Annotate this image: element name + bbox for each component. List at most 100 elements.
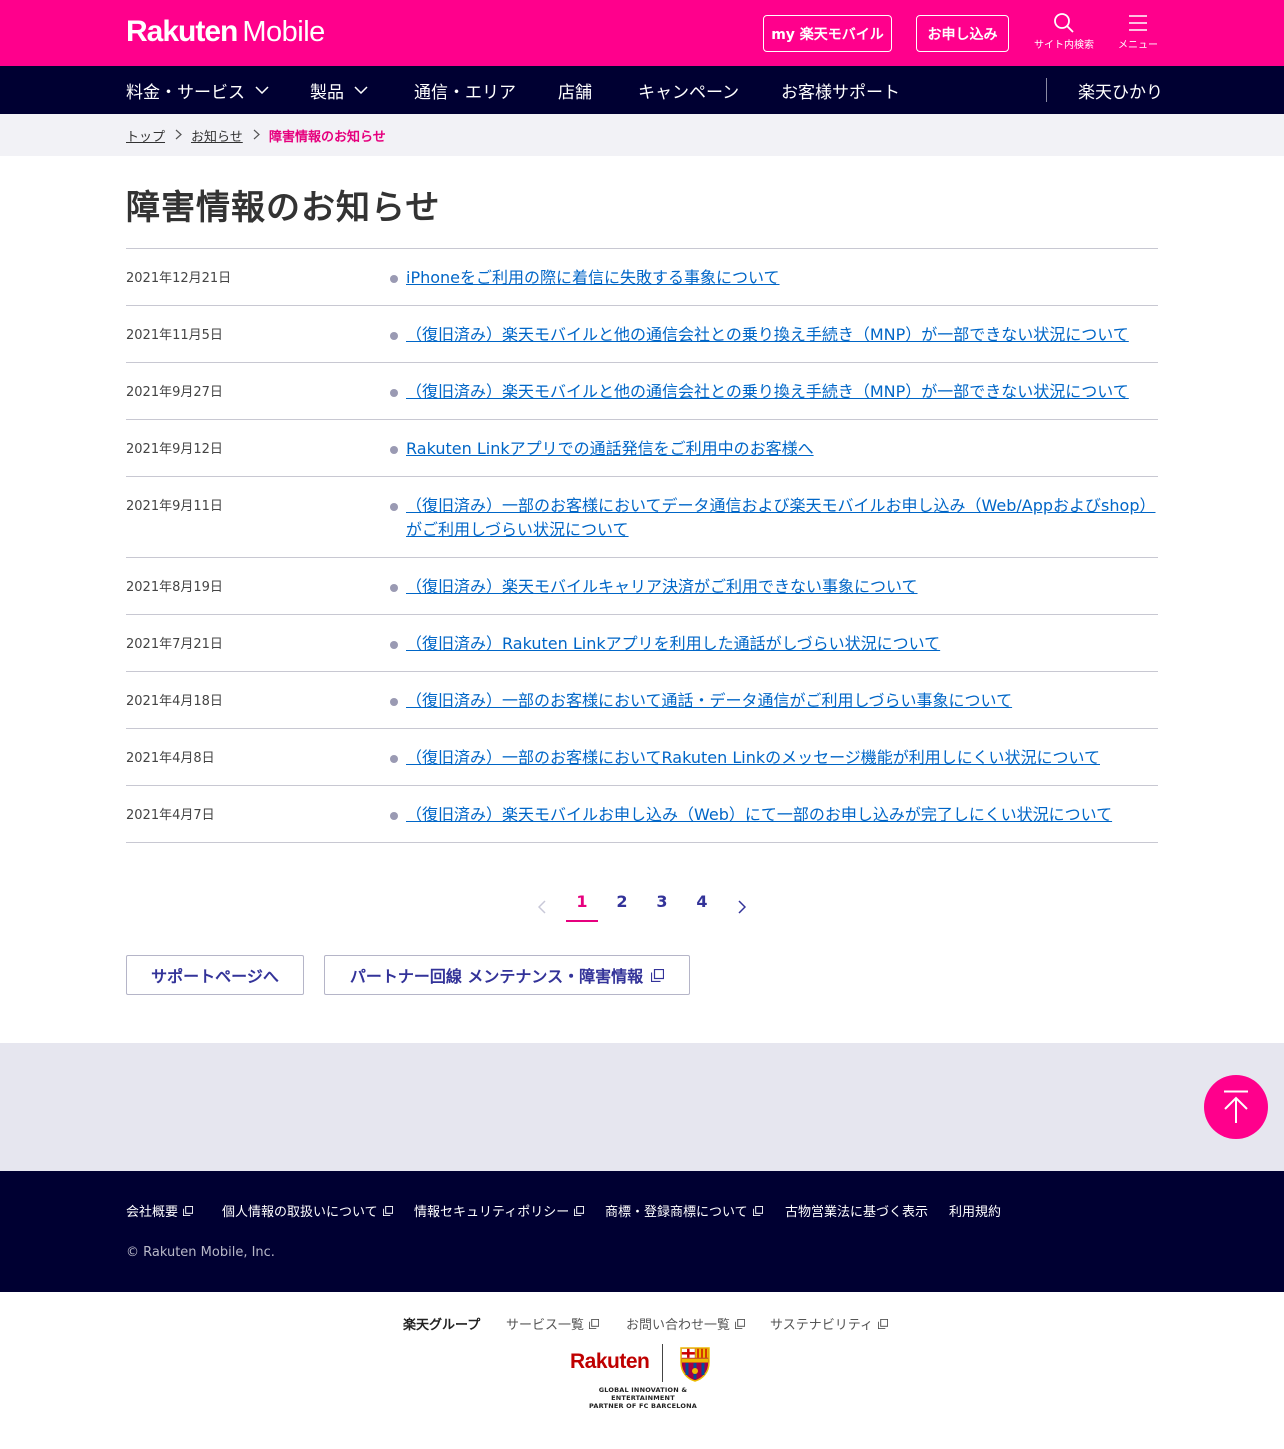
breadcrumb-news[interactable]: お知らせ	[191, 126, 243, 145]
bullet-icon	[390, 584, 398, 592]
nav-item-pricing[interactable]: 料金・サービス	[126, 66, 269, 114]
notice-date: 2021年8月19日	[126, 580, 223, 595]
footer-link-terms[interactable]: 利用規約	[949, 1201, 1001, 1220]
notice-row: 2021年12月21日 iPhoneをご利用の際に着信に失敗する事象について	[126, 249, 1158, 306]
bullet-icon	[390, 275, 398, 283]
notice-row: 2021年4月18日 （復旧済み）一部のお客様において通話・データ通信がご利用し…	[126, 672, 1158, 729]
footer-spacer-band	[0, 1043, 1284, 1171]
bullet-icon	[390, 503, 398, 511]
contact-list-link[interactable]: お問い合わせ一覧	[626, 1314, 746, 1333]
notice-date: 2021年9月12日	[126, 442, 223, 457]
group-link-label: お問い合わせ一覧	[626, 1318, 731, 1333]
my-rakuten-mobile-button[interactable]: my 楽天モバイル	[763, 15, 892, 52]
apply-button[interactable]: お申し込み	[916, 15, 1009, 52]
site-search-button[interactable]: サイト内検索	[1029, 12, 1099, 51]
notice-date: 2021年4月18日	[126, 694, 223, 709]
notice-link[interactable]: （復旧済み）Rakuten Linkアプリを利用した通話がしづらい状況について	[406, 632, 1158, 656]
notice-link[interactable]: （復旧済み）楽天モバイルキャリア決済がご利用できない事象について	[406, 575, 1158, 599]
chevron-down-icon	[354, 86, 368, 94]
page-1-link[interactable]: 1	[566, 892, 598, 922]
external-link-icon	[651, 968, 665, 982]
nav-item-label: お客様サポート	[781, 82, 900, 103]
rakuten-group-link[interactable]: 楽天グループ	[403, 1314, 480, 1333]
group-footer: 楽天グループ サービス一覧 お問い合わせ一覧 サステナビリティ Rakuten	[0, 1292, 1284, 1449]
main-nav: 料金・サービス 製品 通信・エリア 店舗 キャンペーン お客様サポート 楽天ひか…	[0, 66, 1284, 114]
site-footer: 会社概要 個人情報の取扱いについて 情報セキュリティポリシー 商標・登録商標につ…	[0, 1171, 1284, 1292]
notice-row: 2021年8月19日 （復旧済み）楽天モバイルキャリア決済がご利用できない事象に…	[126, 558, 1158, 615]
footer-link-label: 個人情報の取扱いについて	[222, 1205, 378, 1220]
notice-link[interactable]: （復旧済み）一部のお客様においてRakuten Linkのメッセージ機能が利用し…	[406, 746, 1158, 770]
partner-maintenance-button[interactable]: パートナー回線 メンテナンス・障害情報	[324, 955, 690, 995]
external-link-icon	[183, 1205, 194, 1216]
footer-link-label: 情報セキュリティポリシー	[414, 1205, 570, 1220]
menu-label: メニュー	[1118, 40, 1158, 51]
page-3-link[interactable]: 3	[646, 892, 678, 911]
notice-link[interactable]: （復旧済み）楽天モバイルと他の通信会社との乗り換え手続き（MNP）が一部できない…	[406, 323, 1158, 347]
notice-row: 2021年7月21日 （復旧済み）Rakuten Linkアプリを利用した通話が…	[126, 615, 1158, 672]
nav-item-support[interactable]: お客様サポート	[781, 66, 900, 114]
menu-button[interactable]: メニュー	[1103, 12, 1173, 51]
logo-rakuten-text: Rakuten	[126, 15, 238, 48]
notice-link[interactable]: （復旧済み）楽天モバイルと他の通信会社との乗り換え手続き（MNP）が一部できない…	[406, 380, 1158, 404]
page-title: 障害情報のお知らせ	[126, 188, 441, 228]
page-4-link[interactable]: 4	[686, 892, 718, 911]
notice-link[interactable]: （復旧済み）楽天モバイルお申し込み（Web）にて一部のお申し込みが完了しにくい状…	[406, 803, 1158, 827]
chevron-right-icon[interactable]	[738, 900, 746, 914]
notice-row: 2021年9月12日 Rakuten Linkアプリでの通話発信をご利用中のお客…	[126, 420, 1158, 477]
external-link-icon	[589, 1318, 600, 1329]
nav-item-network-area[interactable]: 通信・エリア	[414, 66, 516, 114]
notice-date: 2021年4月8日	[126, 751, 215, 766]
nav-item-label: 楽天ひかり	[1078, 82, 1163, 103]
breadcrumb-home[interactable]: トップ	[126, 126, 165, 145]
footer-link-privacy[interactable]: 個人情報の取扱いについて	[222, 1201, 393, 1220]
footer-link-security-policy[interactable]: 情報セキュリティポリシー	[414, 1201, 585, 1220]
bullet-icon	[390, 641, 398, 649]
nav-item-label: 製品	[310, 82, 344, 103]
nav-item-rakuten-hikari[interactable]: 楽天ひかり	[1078, 66, 1163, 114]
page-2-link[interactable]: 2	[606, 892, 638, 911]
chevron-right-icon	[253, 129, 260, 140]
support-page-button[interactable]: サポートページへ	[126, 955, 304, 995]
support-page-label: サポートページへ	[151, 967, 279, 986]
notice-date: 2021年9月11日	[126, 499, 223, 514]
partner-tagline-line-2: PARTNER OF FC BARCELONA	[589, 1402, 697, 1410]
pagination: 1 2 3 4	[0, 892, 1284, 926]
group-link-label: サービス一覧	[506, 1318, 585, 1333]
back-to-top-button[interactable]	[1204, 1075, 1268, 1139]
notice-link[interactable]: iPhoneをご利用の際に着信に失敗する事象について	[406, 266, 1158, 290]
fc-barcelona-partner-logo[interactable]: Rakuten GLOBAL INNOVATION & ENTERTAINMEN…	[570, 1344, 716, 1410]
copyright: © Rakuten Mobile, Inc.	[126, 1245, 275, 1260]
nav-divider	[1046, 78, 1047, 102]
nav-item-campaign[interactable]: キャンペーン	[638, 66, 739, 114]
notice-row: 2021年9月27日 （復旧済み）楽天モバイルと他の通信会社との乗り換え手続き（…	[126, 363, 1158, 420]
nav-item-shops[interactable]: 店舗	[558, 66, 592, 114]
partner-maintenance-label: パートナー回線 メンテナンス・障害情報	[349, 967, 644, 986]
rakuten-mobile-logo[interactable]: Rakuten Mobile	[126, 14, 325, 50]
bullet-icon	[390, 698, 398, 706]
notice-link[interactable]: （復旧済み）一部のお客様において通話・データ通信がご利用しづらい事象について	[406, 689, 1158, 713]
breadcrumb: トップ お知らせ 障害情報のお知らせ	[0, 114, 1284, 156]
external-link-icon	[382, 1205, 393, 1216]
nav-item-label: 通信・エリア	[414, 82, 516, 103]
bullet-icon	[390, 446, 398, 454]
notice-link[interactable]: Rakuten Linkアプリでの通話発信をご利用中のお客様へ	[406, 437, 1158, 461]
sustainability-link[interactable]: サステナビリティ	[770, 1314, 888, 1333]
external-link-icon	[735, 1318, 746, 1329]
footer-link-company[interactable]: 会社概要	[126, 1201, 194, 1220]
partner-rakuten-text: Rakuten	[570, 1350, 650, 1373]
external-link-icon	[752, 1205, 763, 1216]
chevron-right-icon	[175, 129, 182, 140]
partner-tagline-line-1: GLOBAL INNOVATION & ENTERTAINMENT	[598, 1386, 688, 1402]
footer-link-trademarks[interactable]: 商標・登録商標について	[605, 1201, 763, 1220]
service-list-link[interactable]: サービス一覧	[506, 1314, 600, 1333]
nav-item-label: 店舗	[558, 82, 592, 103]
footer-link-label: 商標・登録商標について	[605, 1205, 748, 1220]
nav-item-label: キャンペーン	[638, 82, 740, 103]
footer-link-antique-dealer[interactable]: 古物営業法に基づく表示	[785, 1201, 928, 1220]
fc-barcelona-crest-icon	[680, 1347, 710, 1382]
nav-item-products[interactable]: 製品	[310, 66, 368, 114]
notice-link[interactable]: （復旧済み）一部のお客様においてデータ通信および楽天モバイルお申し込み（Web/…	[406, 494, 1158, 542]
breadcrumb-current: 障害情報のお知らせ	[269, 130, 386, 145]
hamburger-icon	[1129, 15, 1147, 31]
notice-row: 2021年11月5日 （復旧済み）楽天モバイルと他の通信会社との乗り換え手続き（…	[126, 306, 1158, 363]
